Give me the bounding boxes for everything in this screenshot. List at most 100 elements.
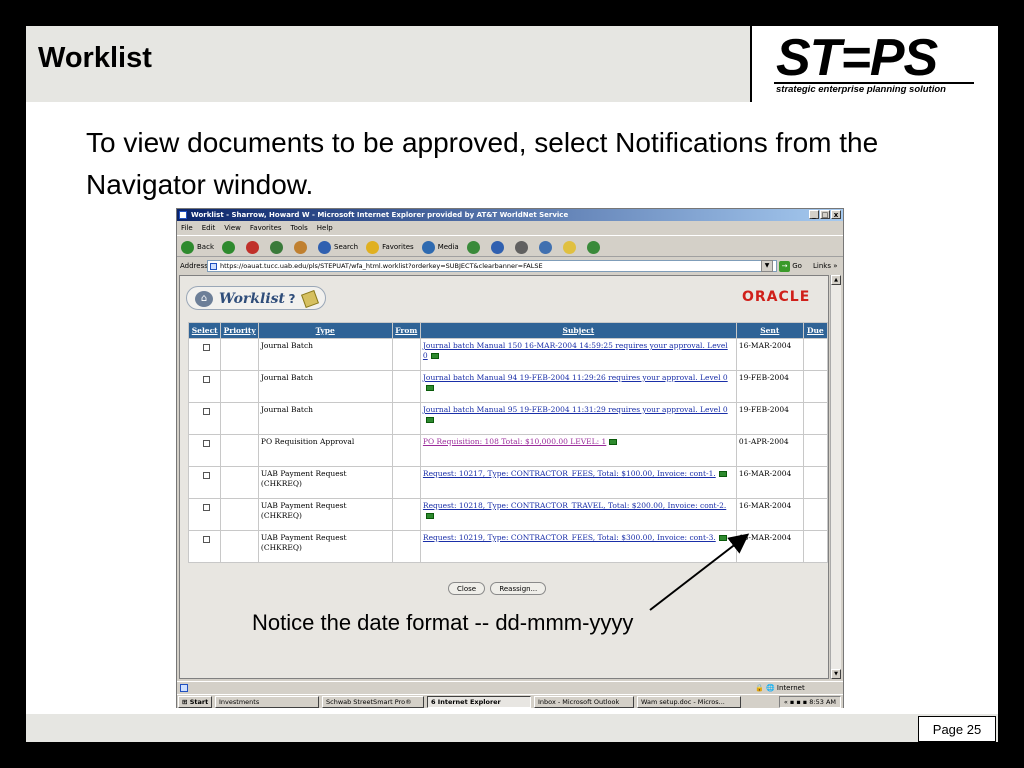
mail-icon xyxy=(490,240,504,254)
sent-date-cell: 16-MAR-2004 xyxy=(735,530,804,563)
column-header-select[interactable]: Select xyxy=(187,322,222,339)
oracle-logo: ORACLE xyxy=(742,289,811,305)
notification-mail-icon[interactable] xyxy=(430,353,439,359)
select-cell xyxy=(187,338,222,371)
go-label: Go xyxy=(792,262,802,270)
sent-date-cell: 19-FEB-2004 xyxy=(735,402,804,435)
favorites-star-button[interactable]: Favorites xyxy=(366,236,414,258)
notification-mail-icon[interactable] xyxy=(718,471,727,477)
close-button[interactable]: Close xyxy=(448,582,486,595)
type-cell: UAB Payment Request (CHKREQ) xyxy=(257,530,393,563)
home-icon[interactable]: ⌂ xyxy=(195,291,213,307)
select-checkbox[interactable] xyxy=(203,504,210,511)
scroll-down-icon[interactable]: ▼ xyxy=(831,669,841,679)
stop-icon xyxy=(246,240,259,254)
subject-cell: Journal batch Manual 94 19-FEB-2004 11:2… xyxy=(419,370,737,403)
from-cell xyxy=(391,370,421,403)
select-checkbox[interactable] xyxy=(203,440,210,447)
back-arrow-icon xyxy=(181,240,194,254)
menu-item-favorites[interactable]: Favorites xyxy=(250,224,282,232)
subject-cell: Journal batch Manual 150 16-MAR-2004 14:… xyxy=(419,338,737,371)
search-button[interactable]: Search xyxy=(318,236,358,258)
browser-menu-bar: File Edit View Favorites Tools Help xyxy=(177,222,843,234)
action-buttons: Close Reassign... xyxy=(448,582,549,595)
column-header-sent[interactable]: Sent xyxy=(735,322,804,339)
media-button[interactable]: Media xyxy=(421,236,459,258)
column-header-subject[interactable]: Subject xyxy=(419,322,737,339)
print-button[interactable] xyxy=(514,240,531,254)
due-cell xyxy=(802,466,829,499)
scroll-up-icon[interactable]: ▲ xyxy=(831,275,841,285)
notification-mail-icon[interactable] xyxy=(425,385,434,391)
taskbar-item-outlook[interactable]: Inbox - Microsoft Outlook xyxy=(534,696,634,708)
subject-link[interactable]: Journal batch Manual 95 19-FEB-2004 11:3… xyxy=(423,405,728,414)
taskbar-item-investments[interactable]: Investments xyxy=(215,696,319,708)
back-arrow-button[interactable]: Back xyxy=(181,236,214,258)
subject-link[interactable]: Request: 10219, Type: CONTRACTOR_FEES, T… xyxy=(423,533,716,542)
close-window-button[interactable]: x xyxy=(831,210,841,219)
clock: 8:53 AM xyxy=(809,698,836,706)
column-header-from[interactable]: From xyxy=(391,322,421,339)
start-button[interactable]: ⊞ Start xyxy=(178,696,213,708)
subject-link[interactable]: Journal batch Manual 150 16-MAR-2004 14:… xyxy=(423,341,728,360)
notification-mail-icon[interactable] xyxy=(718,535,727,541)
column-header-type[interactable]: Type xyxy=(257,322,393,339)
address-dropdown-icon[interactable]: ▼ xyxy=(761,260,773,272)
select-checkbox[interactable] xyxy=(203,344,210,351)
forward-arrow-button[interactable] xyxy=(222,240,238,254)
select-checkbox[interactable] xyxy=(203,536,210,543)
messenger-button[interactable] xyxy=(586,240,603,254)
select-checkbox[interactable] xyxy=(203,472,210,479)
windows-taskbar: ⊞ Start Investments Schwab StreetSmart P… xyxy=(177,694,843,708)
menu-item-view[interactable]: View xyxy=(224,224,241,232)
folder-button[interactable] xyxy=(562,240,579,254)
links-button[interactable]: Links » xyxy=(813,258,838,274)
select-checkbox[interactable] xyxy=(203,376,210,383)
select-checkbox[interactable] xyxy=(203,408,210,415)
select-cell xyxy=(187,402,222,435)
vertical-scrollbar[interactable]: ▲ ▼ xyxy=(830,275,841,679)
column-header-due[interactable]: Due xyxy=(802,322,829,339)
steps-logo: ST=PS strategic enterprise planning solu… xyxy=(750,26,998,102)
preferences-icon[interactable] xyxy=(301,290,319,308)
history-button[interactable] xyxy=(466,240,483,254)
home-button[interactable] xyxy=(294,240,310,254)
table-header-row: Select Priority Type From Subject Sent Due xyxy=(187,322,829,339)
subject-link[interactable]: Request: 10217, Type: CONTRACTOR_FEES, T… xyxy=(423,469,716,478)
menu-item-edit[interactable]: Edit xyxy=(202,224,216,232)
menu-item-help[interactable]: Help xyxy=(317,224,333,232)
column-header-priority[interactable]: Priority xyxy=(220,322,259,339)
taskbar-item-schwab[interactable]: Schwab StreetSmart Pro® xyxy=(322,696,424,708)
taskbar-item-word[interactable]: Wam setup.doc - Micros... xyxy=(637,696,741,708)
edit-button[interactable] xyxy=(538,240,555,254)
subject-link[interactable]: PO Requisition: 108 Total: $10,000.00 LE… xyxy=(423,437,606,446)
page-number-box: Page 25 xyxy=(918,716,996,742)
subject-link[interactable]: Journal batch Manual 94 19-FEB-2004 11:2… xyxy=(423,373,728,382)
notification-mail-icon[interactable] xyxy=(425,417,434,423)
url-input[interactable]: https://oauat.tucc.uab.edu/pls/STEPUAT/w… xyxy=(207,260,777,272)
due-cell xyxy=(802,530,829,563)
type-cell: Journal Batch xyxy=(257,370,393,403)
due-cell xyxy=(802,402,829,435)
stop-button[interactable] xyxy=(246,240,262,254)
subject-link[interactable]: Request: 10218, Type: CONTRACTOR_TRAVEL,… xyxy=(423,501,726,510)
help-icon[interactable]: ? xyxy=(285,291,299,307)
messenger-icon xyxy=(586,240,600,254)
maximize-button[interactable]: □ xyxy=(820,210,830,219)
menu-item-file[interactable]: File xyxy=(181,224,193,232)
refresh-button[interactable] xyxy=(270,240,286,254)
go-button[interactable]: → Go xyxy=(779,260,802,272)
security-zone: 🔒 🌐 Internet xyxy=(755,684,805,692)
notification-mail-icon[interactable] xyxy=(609,439,618,445)
mail-button[interactable] xyxy=(490,240,507,254)
reassign-button[interactable]: Reassign... xyxy=(490,582,547,595)
menu-item-tools[interactable]: Tools xyxy=(291,224,308,232)
minimize-button[interactable]: _ xyxy=(809,210,819,219)
notification-mail-icon[interactable] xyxy=(425,513,434,519)
sent-date-cell: 16-MAR-2004 xyxy=(735,498,804,531)
window-controls: _ □ x xyxy=(808,210,841,220)
table-row: PO Requisition Approval PO Requisition: 1… xyxy=(187,434,829,467)
due-cell xyxy=(802,498,829,531)
type-cell: UAB Payment Request (CHKREQ) xyxy=(257,466,393,499)
taskbar-item-internet-explorer[interactable]: 6 Internet Explorer xyxy=(427,696,531,708)
